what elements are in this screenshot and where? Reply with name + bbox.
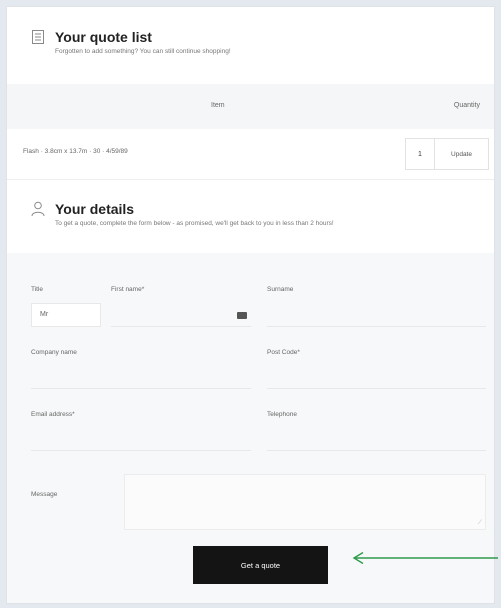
arrow-left-icon [352, 552, 498, 564]
quote-table-header: Item Quantity [7, 84, 494, 129]
first-name-label: First name* [111, 286, 145, 293]
document-list-icon [32, 30, 44, 44]
email-label: Email address* [31, 411, 75, 418]
quote-list-header: Your quote list Forgotten to add somethi… [31, 29, 231, 55]
user-icon [31, 201, 45, 217]
email-field[interactable] [31, 427, 251, 451]
product-name: Flash · 3.8cm x 13.7m · 30 · 4/59/89 [23, 148, 128, 155]
title-label: Title [31, 286, 44, 293]
company-name-field[interactable] [31, 365, 251, 389]
column-header-item: Item [211, 102, 225, 109]
title-select[interactable]: Mr [31, 303, 101, 327]
get-a-quote-button[interactable]: Get a quote [193, 546, 328, 584]
details-header: Your details To get a quote, complete th… [31, 201, 334, 227]
telephone-field[interactable] [267, 427, 486, 451]
message-textarea[interactable]: ⟋ [124, 474, 486, 530]
column-header-quantity: Quantity [453, 102, 480, 109]
first-name-field[interactable] [111, 303, 251, 327]
quote-list-title: Your quote list [55, 29, 152, 45]
telephone-label: Telephone [267, 411, 297, 418]
table-row: Flash · 3.8cm x 13.7m · 30 · 4/59/89 1 U… [7, 129, 494, 180]
surname-label: Surname [267, 286, 294, 293]
message-label: Message [31, 491, 58, 498]
surname-field[interactable] [267, 303, 486, 327]
details-subtitle: To get a quote, complete the form below … [55, 220, 334, 227]
post-code-label: Post Code* [267, 349, 300, 356]
resize-handle-icon[interactable]: ⟋ [478, 520, 482, 526]
details-title: Your details [55, 201, 135, 217]
post-code-field[interactable] [267, 365, 486, 389]
company-name-label: Company name [31, 349, 77, 356]
quote-card: Your quote list Forgotten to add somethi… [6, 6, 495, 604]
quote-list-subtitle: Forgotten to add something? You can stil… [55, 48, 231, 55]
contact-card-icon [237, 312, 247, 319]
quote-table: Item Quantity Flash · 3.8cm x 13.7m · 30… [7, 84, 494, 180]
details-form: Title Mr First name* Surname Company nam… [7, 253, 494, 603]
update-button[interactable]: Update [435, 138, 489, 170]
quantity-input[interactable]: 1 [405, 138, 435, 170]
title-select-value: Mr [40, 311, 49, 318]
